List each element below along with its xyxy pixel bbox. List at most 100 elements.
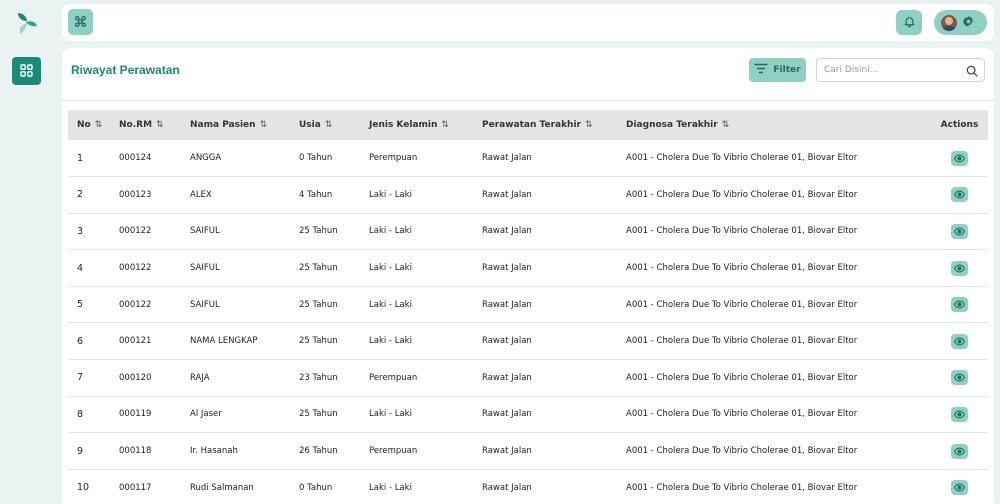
user-menu[interactable] <box>934 10 987 35</box>
cell-age: 25 Tahun <box>299 409 338 420</box>
cell-gender: Perempuan <box>369 446 418 457</box>
gear-icon <box>962 13 975 32</box>
sort-icon[interactable]: ⇅ <box>585 120 593 130</box>
patient-history-table: No ⇅ No.RM ⇅ Nama Pasien ⇅ Usia ⇅ Jenis Kela… <box>68 110 988 504</box>
view-button[interactable] <box>951 223 968 239</box>
column-header-name[interactable]: Nama Pasien ⇅ <box>190 110 299 140</box>
table-row[interactable]: 7 000120 RAJA 23 Tahun Perempuan Rawat Jalan A… <box>68 360 988 397</box>
eye-icon <box>954 300 965 309</box>
cell-diagnosis: A001 - Cholera Due To Vibrio Cholerae 01… <box>626 189 858 200</box>
cell-gender: Laki - Laki <box>369 409 412 420</box>
cell-age: 25 Tahun <box>299 336 338 347</box>
cell-actions <box>909 286 988 323</box>
logo-icon[interactable] <box>14 10 40 36</box>
nav-dashboard-button[interactable] <box>12 57 41 85</box>
notification-button[interactable] <box>896 10 922 35</box>
table-row[interactable]: 4 000122 SAIFUL 25 Tahun Laki - Laki Rawat Ja… <box>68 250 988 287</box>
cell-diagnosis: A001 - Cholera Due To Vibrio Cholerae 01… <box>626 409 858 420</box>
view-button[interactable] <box>951 443 968 459</box>
sort-icon[interactable]: ⇅ <box>722 120 730 130</box>
eye-icon <box>954 373 965 382</box>
cell-no: 10 <box>77 482 90 494</box>
cell-care: Rawat Jalan <box>482 299 532 310</box>
command-button[interactable] <box>68 9 93 35</box>
sort-icon[interactable]: ⇅ <box>260 120 268 130</box>
cell-actions <box>909 433 988 470</box>
view-button[interactable] <box>951 480 968 496</box>
cell-diagnosis: A001 - Cholera Due To Vibrio Cholerae 01… <box>626 482 858 493</box>
cell-diagnosis: A001 - Cholera Due To Vibrio Cholerae 01… <box>626 226 858 237</box>
cell-no: 4 <box>77 262 84 274</box>
sort-icon[interactable]: ⇅ <box>156 120 164 130</box>
search-icon[interactable] <box>965 63 979 82</box>
cell-name: NAMA LENGKAP <box>190 336 258 347</box>
table-row[interactable]: 6 000121 NAMA LENGKAP 25 Tahun Laki - Laki Ra… <box>68 323 988 360</box>
cell-age: 0 Tahun <box>299 153 333 164</box>
cell-actions <box>909 250 988 287</box>
cell-no: 8 <box>77 408 84 420</box>
cell-care: Rawat Jalan <box>482 446 532 457</box>
cell-age: 23 Tahun <box>299 372 338 383</box>
cell-no: 3 <box>77 225 84 237</box>
column-header-no[interactable]: No ⇅ <box>68 110 119 140</box>
cell-care: Rawat Jalan <box>482 263 532 274</box>
search-input[interactable] <box>817 59 962 81</box>
cell-gender: Perempuan <box>369 372 418 383</box>
cell-actions <box>909 360 988 397</box>
cell-gender: Laki - Laki <box>369 226 412 237</box>
cell-care: Rawat Jalan <box>482 372 532 383</box>
column-header-diagnosis[interactable]: Diagnosa Terakhir ⇅ <box>626 110 909 140</box>
cell-no: 1 <box>77 152 84 164</box>
cell-rm: 000122 <box>119 226 152 237</box>
cell-no: 9 <box>77 445 84 457</box>
cell-name: SAIFUL <box>190 299 220 310</box>
column-header-care[interactable]: Perawatan Terakhir ⇅ <box>482 110 626 140</box>
view-button[interactable] <box>951 150 968 166</box>
sidebar <box>0 0 56 504</box>
cell-actions <box>909 140 988 177</box>
cell-rm: 000122 <box>119 263 152 274</box>
cell-rm: 000121 <box>119 336 152 347</box>
view-button[interactable] <box>951 406 968 422</box>
view-button[interactable] <box>951 260 968 276</box>
filter-label: Filter <box>773 65 801 75</box>
cell-rm: 000123 <box>119 189 152 200</box>
main-card: Riwayat Perawatan Filter No⇅ <box>62 48 994 504</box>
cell-name: Rudi Salmanan <box>190 482 254 493</box>
view-button[interactable] <box>951 370 968 386</box>
cell-name: SAIFUL <box>190 263 220 274</box>
table-row[interactable]: 2 000123 ALEX 4 Tahun Laki - Laki Rawat Jalan… <box>68 177 988 214</box>
table-row[interactable]: 8 000119 Al Jaser 25 Tahun Laki - Laki Rawat … <box>68 396 988 433</box>
filter-button[interactable]: Filter <box>749 58 806 82</box>
table-row[interactable]: 9 000118 Ir. Hasanah 26 Tahun Perempuan Rawat… <box>68 433 988 470</box>
search-box <box>816 58 985 82</box>
table-row[interactable]: 3 000122 SAIFUL 25 Tahun Laki - Laki Rawat Ja… <box>68 213 988 250</box>
view-button[interactable] <box>951 297 968 313</box>
cell-care: Rawat Jalan <box>482 482 532 493</box>
cell-care: Rawat Jalan <box>482 189 532 200</box>
column-header-age[interactable]: Usia ⇅ <box>299 110 369 140</box>
cell-care: Rawat Jalan <box>482 409 532 420</box>
cell-care: Rawat Jalan <box>482 336 532 347</box>
eye-icon <box>954 190 965 199</box>
top-bar <box>62 4 994 41</box>
bell-icon <box>903 13 916 32</box>
sort-icon[interactable]: ⇅ <box>95 120 103 130</box>
cell-rm: 000122 <box>119 299 152 310</box>
page-title: Riwayat Perawatan <box>71 63 180 77</box>
table-row[interactable]: 1 000124 ANGGA 0 Tahun Perempuan Rawat Jalan A… <box>68 140 988 177</box>
sort-icon[interactable]: ⇅ <box>441 120 449 130</box>
filter-icon <box>754 63 769 77</box>
cell-gender: Laki - Laki <box>369 482 412 493</box>
cell-age: 25 Tahun <box>299 263 338 274</box>
table-row[interactable]: 5 000122 SAIFUL 25 Tahun Laki - Laki Rawat Ja… <box>68 286 988 323</box>
sort-icon[interactable]: ⇅ <box>325 120 333 130</box>
view-button[interactable] <box>951 187 968 203</box>
view-button[interactable] <box>951 333 968 349</box>
cell-gender: Laki - Laki <box>369 336 412 347</box>
table-row[interactable]: 10 000117 Rudi Salmanan 0 Tahun Laki - Laki R… <box>68 469 988 504</box>
column-header-gender[interactable]: Jenis Kelamin ⇅ <box>369 110 482 140</box>
column-header-rm[interactable]: No.RM ⇅ <box>119 110 190 140</box>
cell-no: 7 <box>77 372 84 384</box>
cell-diagnosis: A001 - Cholera Due To Vibrio Cholerae 01… <box>626 263 858 274</box>
